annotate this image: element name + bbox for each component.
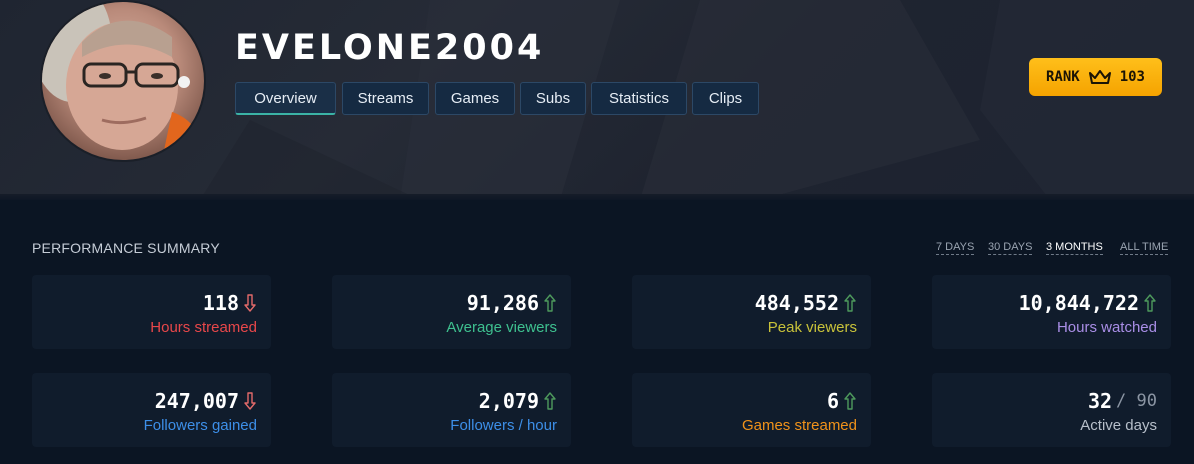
tab-subs[interactable]: Subs xyxy=(520,82,586,115)
stat-value: 484,552 xyxy=(754,291,839,315)
stat-label: Average viewers xyxy=(446,319,557,336)
rank-label: RANK xyxy=(1045,69,1080,85)
stat-value-suffix: / 90 xyxy=(1116,391,1157,411)
arrow-down-icon xyxy=(244,392,256,410)
range-3-months[interactable]: 3 MONTHS xyxy=(1046,241,1103,255)
range-30-days[interactable]: 30 DAYS xyxy=(988,241,1033,255)
stat-label: Followers / hour xyxy=(450,417,557,434)
stat-card-hours-streamed: 118 Hours streamed xyxy=(32,275,271,349)
tab-games[interactable]: Games xyxy=(435,82,515,115)
tab-clips[interactable]: Clips xyxy=(692,82,759,115)
performance-summary-title: PERFORMANCE SUMMARY xyxy=(32,240,220,256)
stat-card-followers-per-hour: 2,079 Followers / hour xyxy=(332,373,571,447)
rank-value: 103 xyxy=(1119,69,1145,85)
stat-value: 6 xyxy=(826,389,839,413)
stat-value: 10,844,722 xyxy=(1018,291,1139,315)
stat-value: 91,286 xyxy=(466,291,539,315)
tab-statistics[interactable]: Statistics xyxy=(591,82,687,115)
range-all-time[interactable]: ALL TIME xyxy=(1120,241,1169,255)
arrow-up-icon xyxy=(544,392,556,410)
arrow-up-icon xyxy=(1144,294,1156,312)
stat-card-active-days: 32/ 90 Active days xyxy=(932,373,1171,447)
stat-value-row: 2,079 xyxy=(479,389,557,413)
stat-label: Hours watched xyxy=(1056,319,1157,336)
stat-label: Followers gained xyxy=(143,417,257,434)
avatar-portrait xyxy=(42,2,204,160)
arrow-down-icon xyxy=(244,294,256,312)
stat-value-row: 118 xyxy=(203,291,257,315)
stat-value-row: 91,286 xyxy=(467,291,557,315)
rank-badge[interactable]: RANK 103 xyxy=(1029,58,1162,96)
stat-value-row: 247,007 xyxy=(155,389,257,413)
stat-card-peak-viewers: 484,552 Peak viewers xyxy=(632,275,871,349)
stat-value-row: 6 xyxy=(827,389,857,413)
arrow-up-icon xyxy=(844,392,856,410)
stat-card-average-viewers: 91,286 Average viewers xyxy=(332,275,571,349)
stat-card-hours-watched: 10,844,722 Hours watched xyxy=(932,275,1171,349)
stat-value-row: 10,844,722 xyxy=(1019,291,1157,315)
channel-username: EVELONE2004 xyxy=(235,28,545,68)
stat-label: Active days xyxy=(1080,417,1157,434)
stat-card-games-streamed: 6 Games streamed xyxy=(632,373,871,447)
stat-value: 118 xyxy=(202,291,239,315)
stat-card-followers-gained: 247,007 Followers gained xyxy=(32,373,271,447)
arrow-up-icon xyxy=(544,294,556,312)
range-7-days[interactable]: 7 DAYS xyxy=(936,241,975,255)
stat-label: Hours streamed xyxy=(150,319,257,336)
channel-page: EVELONE2004 Overview Streams Games Subs … xyxy=(0,0,1194,464)
crown-icon xyxy=(1088,70,1111,84)
stat-label: Peak viewers xyxy=(767,319,857,336)
tab-streams[interactable]: Streams xyxy=(342,82,429,115)
avatar[interactable] xyxy=(40,0,206,162)
stat-label: Games streamed xyxy=(741,417,857,434)
stat-value-row: 484,552 xyxy=(755,291,857,315)
stat-value-row: 32/ 90 xyxy=(1088,389,1157,413)
stat-value: 2,079 xyxy=(478,389,539,413)
banner-divider xyxy=(0,194,1194,200)
stat-value: 32 xyxy=(1087,389,1113,413)
stat-value: 247,007 xyxy=(154,389,239,413)
arrow-up-icon xyxy=(844,294,856,312)
tab-overview[interactable]: Overview xyxy=(235,82,336,115)
